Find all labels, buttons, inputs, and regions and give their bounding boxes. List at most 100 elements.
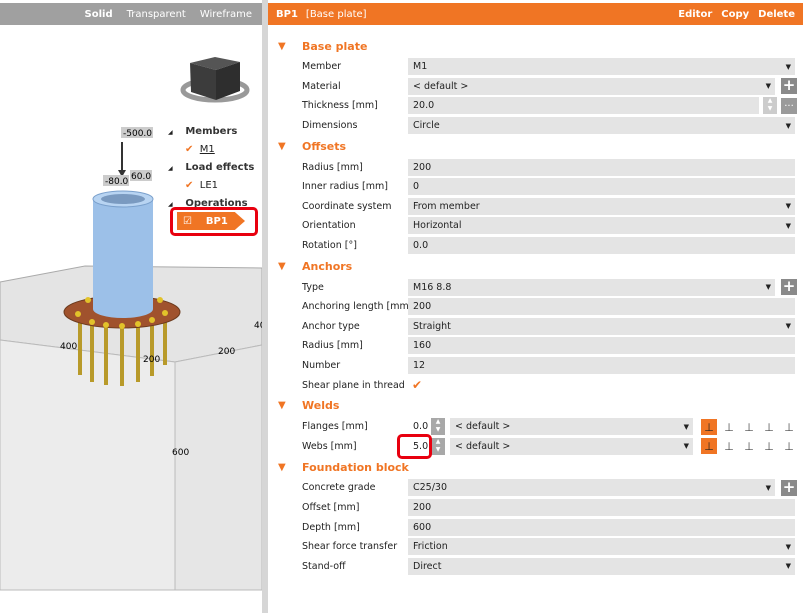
tree-item-le1[interactable]: ✔ LE1 xyxy=(168,180,254,198)
flanges-weld-input[interactable]: 0.0 xyxy=(408,418,432,435)
rotation-input[interactable]: 0.0 xyxy=(408,237,795,255)
webs-material-select[interactable]: < default > xyxy=(450,437,693,455)
properties-header: BP1 [Base plate] Editor Copy Delete xyxy=(268,3,803,25)
highlight-box xyxy=(170,207,258,236)
field-label: Type xyxy=(302,281,324,293)
dim-600: 600 xyxy=(172,448,189,458)
webs-spinner[interactable]: ▲ ▼ xyxy=(431,437,445,455)
field-label: Anchoring length [mm] xyxy=(302,301,413,313)
section-offsets[interactable]: ▼ Offsets xyxy=(268,135,803,157)
field-label: Orientation xyxy=(302,220,356,232)
tree-group-load-effects[interactable]: ◢ Load effects xyxy=(168,162,254,180)
collapse-icon: ▼ xyxy=(278,461,286,473)
field-label: Coordinate system xyxy=(302,200,392,212)
field-label: Material xyxy=(302,80,341,92)
anchor-kind-select[interactable]: Straight xyxy=(408,317,795,335)
check-icon: ✔ xyxy=(185,144,194,155)
field-label: Inner radius [mm] xyxy=(302,181,388,193)
dim-200a: 200 xyxy=(143,355,160,365)
delete-button[interactable]: Delete xyxy=(758,9,795,20)
load-label-a: -80.0 xyxy=(105,177,129,187)
field-label: Shear force transfer xyxy=(302,541,398,553)
add-material-button[interactable]: + xyxy=(781,78,797,95)
weld-both-icon[interactable]: ⊥ xyxy=(741,438,757,454)
section-anchors[interactable]: ▼ Anchors xyxy=(268,255,803,277)
anchor-number-input[interactable]: 12 xyxy=(408,357,795,375)
add-concrete-button[interactable]: + xyxy=(781,479,797,496)
section-foundation-block[interactable]: ▼ Foundation block xyxy=(268,456,803,478)
tree-item-m1[interactable]: ✔ M1 xyxy=(168,144,254,162)
column-tube xyxy=(92,190,154,318)
3d-viewport[interactable]: Solid Transparent Wireframe -500.0 -80.0… xyxy=(0,0,262,613)
concrete-grade-select[interactable]: C25/30 xyxy=(408,479,775,497)
member-select[interactable]: M1 xyxy=(408,58,795,76)
collapse-icon: ▼ xyxy=(278,260,286,272)
offset-radius-input[interactable]: 200 xyxy=(408,158,795,176)
weld-none-icon[interactable]: ⊥ xyxy=(781,419,797,435)
check-icon: ✔ xyxy=(185,180,194,191)
weld-fillet-icon[interactable]: ⊥ xyxy=(701,418,717,435)
flanges-spinner[interactable]: ▲ ▼ xyxy=(431,418,445,436)
model-scene: -500.0 -80.0 60.0 400 200 200 600 40 xyxy=(0,57,262,591)
load-label-b: 60.0 xyxy=(131,172,151,182)
weld-double-icon[interactable]: ⊥ xyxy=(721,438,737,454)
load-label-fz: -500.0 xyxy=(123,129,152,139)
shear-force-transfer-select[interactable]: Friction xyxy=(408,538,795,556)
copy-button[interactable]: Copy xyxy=(721,9,749,20)
model-tree: ◢ Members ✔ M1 ◢ Load effects ✔ LE1 ◢ Op… xyxy=(168,126,254,212)
foundation-depth-input[interactable]: 600 xyxy=(408,518,795,536)
weld-double-icon[interactable]: ⊥ xyxy=(721,419,737,435)
coordinate-system-select[interactable]: From member xyxy=(408,197,795,215)
field-label: Offset [mm] xyxy=(302,501,360,513)
field-label: Depth [mm] xyxy=(302,521,360,533)
field-label: Concrete grade xyxy=(302,482,376,494)
field-label: Thickness [mm] xyxy=(302,100,378,112)
section-base-plate[interactable]: ▼ Base plate xyxy=(268,35,803,57)
dim-40: 40 xyxy=(254,321,262,331)
collapse-icon: ▼ xyxy=(278,400,286,412)
properties-panel: BP1 [Base plate] Editor Copy Delete ▼ Bas… xyxy=(268,0,803,613)
field-label: Flanges [mm] xyxy=(302,421,368,433)
dim-400: 400 xyxy=(60,342,77,352)
thickness-more-button[interactable]: ... xyxy=(781,97,797,114)
thickness-input[interactable]: 20.0 xyxy=(408,97,759,115)
stand-off-select[interactable]: Direct xyxy=(408,557,795,575)
weld-fillet-icon[interactable]: ⊥ xyxy=(701,438,717,455)
add-anchor-button[interactable]: + xyxy=(781,279,797,296)
anchoring-length-input[interactable]: 200 xyxy=(408,298,795,316)
field-label: Stand-off xyxy=(302,560,346,572)
field-label: Anchor type xyxy=(302,320,360,332)
weld-none-icon[interactable]: ⊥ xyxy=(781,438,797,454)
foundation-offset-input[interactable]: 200 xyxy=(408,498,795,516)
highlight-box xyxy=(397,433,432,459)
section-welds[interactable]: ▼ Welds xyxy=(268,395,803,417)
navigation-cube-icon[interactable] xyxy=(180,57,250,103)
editor-button[interactable]: Editor xyxy=(678,9,712,20)
field-label: Dimensions xyxy=(302,120,358,132)
thickness-spinner[interactable]: ▲ ▼ xyxy=(763,97,777,115)
field-label: Rotation [°] xyxy=(302,240,357,252)
orientation-select[interactable]: Horizontal xyxy=(408,217,795,235)
flanges-weld-types: ⊥ ⊥ ⊥ ⊥ ⊥ xyxy=(701,418,797,435)
weld-side-icon[interactable]: ⊥ xyxy=(761,438,777,454)
field-label: Webs [mm] xyxy=(302,440,357,452)
collapse-icon: ▼ xyxy=(278,140,286,152)
dim-200b: 200 xyxy=(218,347,235,357)
weld-both-icon[interactable]: ⊥ xyxy=(741,419,757,435)
inner-radius-input[interactable]: 0 xyxy=(408,178,795,196)
anchor-radius-input[interactable]: 160 xyxy=(408,337,795,355)
shear-plane-checkbox[interactable]: ✔ xyxy=(412,378,422,392)
dimensions-select[interactable]: Circle xyxy=(408,117,795,135)
field-label: Number xyxy=(302,360,341,372)
field-label: Member xyxy=(302,61,342,73)
flanges-material-select[interactable]: < default > xyxy=(450,418,693,436)
collapse-icon: ▼ xyxy=(278,40,286,52)
material-select[interactable]: < default > xyxy=(408,77,775,95)
field-label: Shear plane in thread xyxy=(302,379,405,391)
webs-weld-types: ⊥ ⊥ ⊥ ⊥ ⊥ xyxy=(701,438,797,455)
weld-side-icon[interactable]: ⊥ xyxy=(761,419,777,435)
anchor-type-select[interactable]: M16 8.8 xyxy=(408,278,775,296)
field-label: Radius [mm] xyxy=(302,340,363,352)
tree-group-members[interactable]: ◢ Members xyxy=(168,126,254,144)
field-label: Radius [mm] xyxy=(302,161,363,173)
